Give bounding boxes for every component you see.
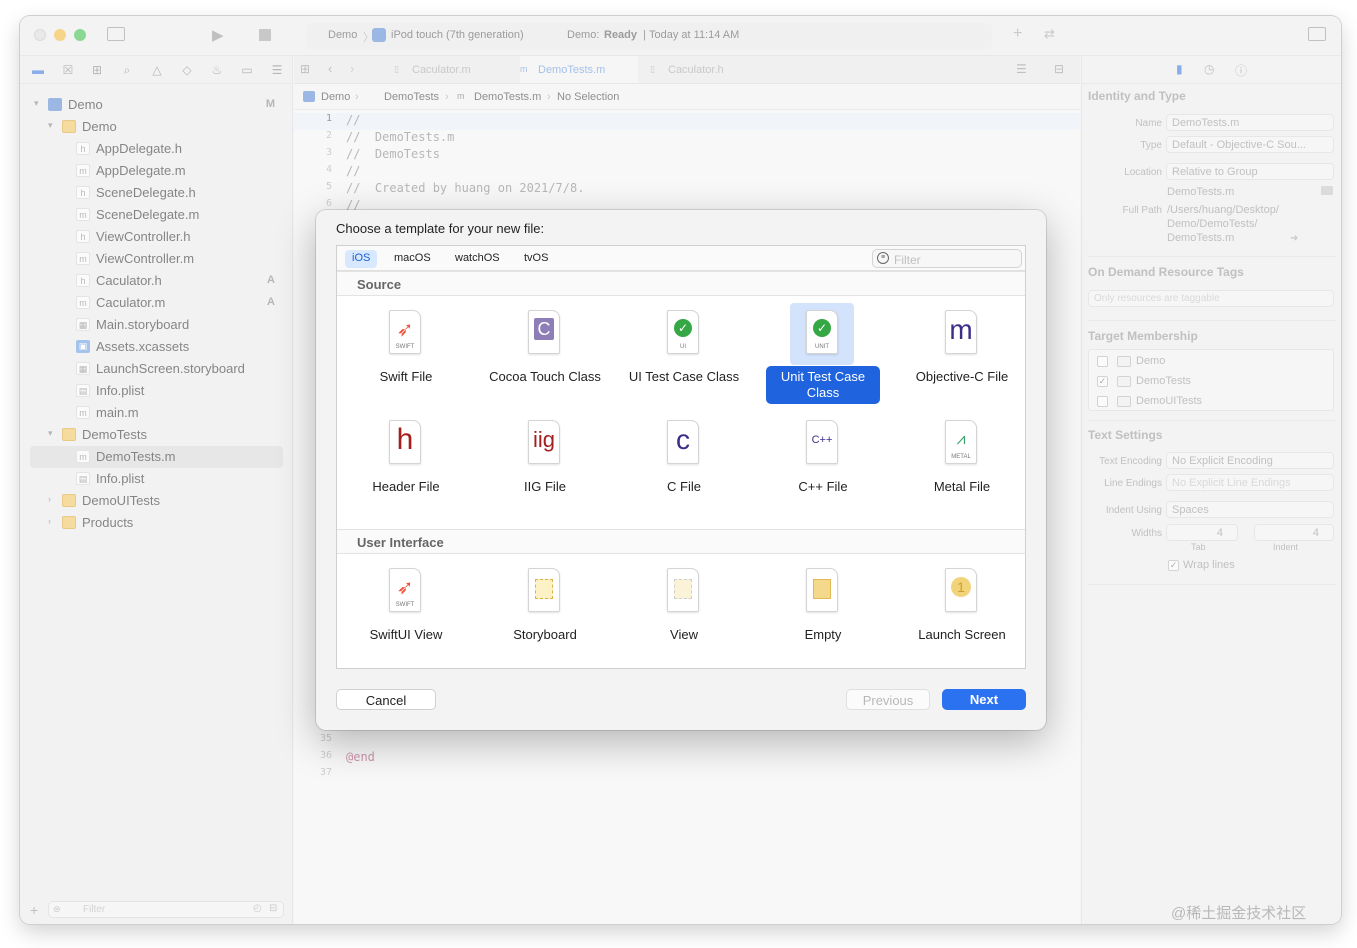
template-swift-file[interactable]: ➶ SWIFT Swift File	[341, 303, 471, 411]
template-label: UI Test Case Class	[628, 369, 740, 384]
unit-test-case-icon: ✓ UNIT	[806, 310, 838, 354]
template-icon-box: C	[512, 303, 576, 365]
template-icon-box: ⩘ METAL	[929, 413, 993, 475]
platform-tab-macos[interactable]: macOS	[387, 250, 438, 268]
template-label: View	[670, 627, 698, 642]
checkmark-icon: ✓	[813, 319, 831, 337]
template-label: C File	[667, 479, 701, 494]
new-file-template-dialog: Choose a template for your new file: iOS…	[316, 210, 1046, 730]
filter-placeholder: Filter	[894, 253, 921, 267]
template-graphic	[535, 579, 553, 599]
template-swiftui-view[interactable]: ➶ SWIFT SwiftUI View	[341, 561, 471, 669]
template-icon-box: 1	[929, 561, 993, 623]
template-label: C++ File	[798, 479, 848, 494]
template-label: Swift File	[379, 369, 433, 384]
template-label: Objective-C File	[915, 369, 1009, 384]
template-icon-box: ➶ SWIFT	[373, 561, 437, 623]
swiftui-view-icon: ➶ SWIFT	[389, 568, 421, 612]
cpp-file-icon: C++	[806, 420, 838, 464]
template-label: Launch Screen	[918, 627, 1006, 642]
template-icon-box: ➶ SWIFT	[373, 303, 437, 365]
metal-file-icon: ⩘ METAL	[945, 420, 977, 464]
template-icon-box: ✓ UI	[651, 303, 715, 365]
template-view[interactable]: View	[619, 561, 749, 669]
template-header-file[interactable]: h Header File	[341, 413, 471, 521]
template-glyph: UNIT	[815, 344, 829, 350]
template-label: Empty	[804, 627, 842, 642]
template-icon-box: ✓ UNIT	[790, 303, 854, 365]
template-glyph: UI	[680, 344, 686, 350]
iig-file-icon: iig	[528, 420, 560, 464]
template-icon-box	[512, 561, 576, 623]
template-cocoa-touch-class[interactable]: C Cocoa Touch Class	[480, 303, 610, 411]
template-label: Storyboard	[513, 627, 577, 642]
template-glyph: C++	[811, 434, 833, 446]
template-glyph-mark: ⩘	[956, 431, 966, 448]
watermark: @稀土掘金技术社区	[1171, 905, 1307, 922]
template-glyph: METAL	[951, 454, 971, 460]
template-label: Cocoa Touch Class	[489, 369, 601, 384]
template-ui-test-case[interactable]: ✓ UI UI Test Case Class	[619, 303, 749, 411]
dialog-title: Choose a template for your new file:	[336, 221, 545, 236]
platform-tab-bar: iOS macOS watchOS tvOS ≡ Filter	[337, 246, 1025, 271]
template-icon-box: m	[929, 303, 993, 365]
template-icon-box	[790, 561, 854, 623]
template-icon-box: iig	[512, 413, 576, 475]
template-icon-box: c	[651, 413, 715, 475]
template-graphic	[813, 579, 831, 599]
template-storyboard[interactable]: Storyboard	[480, 561, 610, 669]
template-launch-screen[interactable]: 1 Launch Screen	[897, 561, 1027, 669]
objective-c-file-icon: m	[945, 310, 977, 354]
template-glyph: iig	[532, 427, 555, 452]
platform-tab-ios[interactable]: iOS	[345, 250, 378, 268]
template-label: IIG File	[524, 479, 566, 494]
platform-tab-tvos[interactable]: tvOS	[517, 250, 555, 268]
cancel-button[interactable]: Cancel	[336, 689, 436, 710]
ui-test-case-icon: ✓ UI	[667, 310, 699, 354]
template-glyph: C	[534, 318, 554, 340]
template-objective-c-file[interactable]: m Objective-C File	[897, 303, 1027, 411]
launch-screen-icon: 1	[945, 568, 977, 612]
template-glyph: SWIFT	[395, 602, 415, 608]
section-header: User Interface	[337, 529, 1025, 554]
header-file-icon: h	[389, 420, 421, 464]
swift-file-icon: ➶ SWIFT	[389, 310, 421, 354]
storyboard-icon	[528, 568, 560, 612]
template-glyph: SWIFT	[395, 344, 415, 350]
template-glyph: c	[676, 424, 690, 455]
template-icon-box	[651, 561, 715, 623]
template-metal-file[interactable]: ⩘ METAL Metal File	[897, 413, 1027, 521]
cocoa-touch-class-icon: C	[528, 310, 560, 354]
template-icon-box: C++	[790, 413, 854, 475]
template-glyph-mark: ➶	[396, 319, 414, 341]
template-unit-test-case[interactable]: ✓ UNIT Unit Test Case Class	[758, 303, 888, 411]
template-icon-box: h	[373, 413, 437, 475]
filter-icon: ≡	[877, 252, 889, 264]
platform-tab-watchos[interactable]: watchOS	[448, 250, 507, 268]
template-graphic	[674, 579, 692, 599]
template-label: Unit Test Case Class	[766, 366, 880, 404]
template-cpp-file[interactable]: C++ C++ File	[758, 413, 888, 521]
template-empty[interactable]: Empty	[758, 561, 888, 669]
template-label: Header File	[372, 479, 440, 494]
checkmark-icon: ✓	[674, 319, 692, 337]
template-c-file[interactable]: c C File	[619, 413, 749, 521]
template-iig-file[interactable]: iig IIG File	[480, 413, 610, 521]
template-label: SwiftUI View	[369, 627, 443, 642]
template-glyph-mark: ➶	[396, 577, 414, 599]
template-panel: iOS macOS watchOS tvOS ≡ Filter Source ➶ SWIF…	[336, 245, 1026, 669]
view-icon	[667, 568, 699, 612]
section-header: Source	[337, 271, 1025, 296]
template-filter-field[interactable]: ≡ Filter	[872, 249, 1022, 268]
empty-icon	[806, 568, 838, 612]
previous-button[interactable]: Previous	[846, 689, 930, 710]
next-button[interactable]: Next	[942, 689, 1026, 710]
template-glyph: h	[396, 423, 414, 456]
template-label: Metal File	[933, 479, 991, 494]
c-file-icon: c	[667, 420, 699, 464]
template-glyph: 1	[951, 577, 971, 597]
template-glyph: m	[949, 314, 973, 345]
